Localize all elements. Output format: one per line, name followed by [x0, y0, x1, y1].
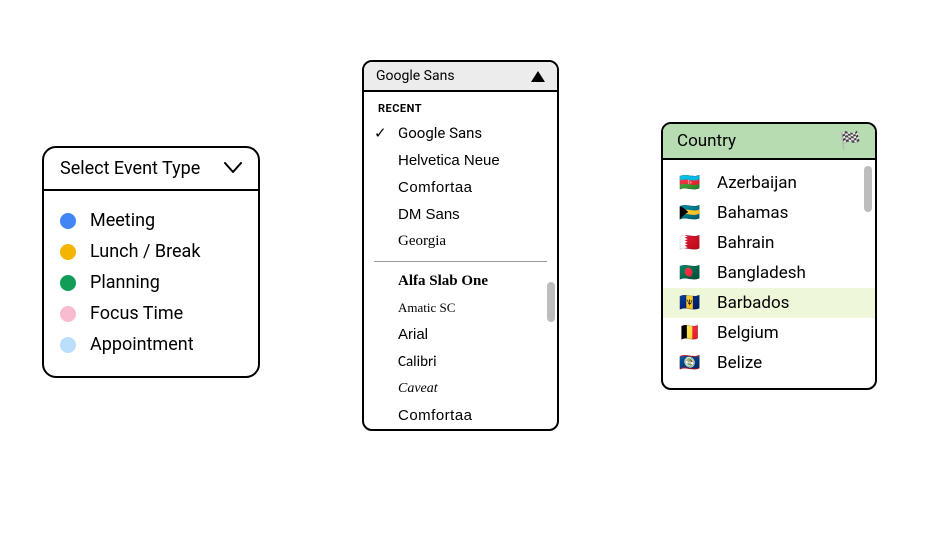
font-dropdown-header[interactable]: Google Sans	[364, 62, 557, 92]
country-header-label: Country	[677, 131, 736, 151]
event-type-option[interactable]: Meeting	[60, 205, 242, 236]
font-option-label: Arial	[398, 326, 428, 343]
event-type-option-label: Appointment	[90, 334, 194, 355]
country-option[interactable]: 🇧🇿 Belize	[663, 348, 875, 378]
font-option-label: Comfortaa	[398, 407, 473, 424]
country-option-label: Bahrain	[717, 233, 774, 253]
flag-icon: 🇧🇩	[679, 265, 701, 282]
checkmark-icon: ✓	[374, 124, 392, 142]
font-option[interactable]: Calibri	[364, 348, 557, 376]
event-type-header[interactable]: Select Event Type	[44, 148, 258, 191]
font-scrollbar-thumb[interactable]	[547, 282, 555, 322]
event-type-option-label: Planning	[90, 272, 160, 293]
font-option-label: Georgia	[398, 233, 446, 250]
country-option[interactable]: 🇦🇿 Azerbaijan	[663, 168, 875, 198]
country-option[interactable]: 🇧🇧 Barbados	[663, 288, 875, 318]
country-option-label: Azerbaijan	[717, 173, 797, 193]
flag-icon: 🇧🇧	[679, 295, 701, 312]
country-option[interactable]: 🇧🇩 Bangladesh	[663, 258, 875, 288]
color-dot-icon	[60, 244, 76, 260]
font-option[interactable]: Arial	[364, 321, 557, 348]
color-dot-icon	[60, 275, 76, 291]
country-option-label: Barbados	[717, 293, 789, 313]
flag-icon: 🇧🇭	[679, 235, 701, 252]
font-option[interactable]: Helvetica Neue	[364, 147, 557, 174]
font-option[interactable]: Caveat	[364, 376, 557, 402]
font-option[interactable]: Georgia	[364, 228, 557, 255]
event-type-option[interactable]: Lunch / Break	[60, 236, 242, 267]
checkered-flag-icon: 🏁	[840, 131, 861, 151]
country-option-label: Bangladesh	[717, 263, 806, 283]
font-option[interactable]: Amatic SC	[364, 295, 557, 321]
font-option[interactable]: ✓ Google Sans	[364, 119, 557, 147]
font-option[interactable]: Alfa Slab One	[364, 268, 557, 295]
event-type-option-label: Meeting	[90, 210, 155, 231]
country-option[interactable]: 🇧🇪 Belgium	[663, 318, 875, 348]
font-option[interactable]: Comfortaa	[364, 174, 557, 201]
country-dropdown: Country 🏁 🇦🇿 Azerbaijan 🇧🇸 Bahamas 🇧🇭 Bahrain…	[661, 122, 877, 390]
event-type-option[interactable]: Appointment	[60, 329, 242, 360]
event-type-option[interactable]: Planning	[60, 267, 242, 298]
chevron-down-icon	[224, 160, 242, 178]
event-type-option-label: Focus Time	[90, 303, 183, 324]
font-selected-label: Google Sans	[376, 68, 455, 84]
font-option-label: Caveat	[398, 381, 438, 397]
color-dot-icon	[60, 306, 76, 322]
flag-icon: 🇧🇪	[679, 325, 701, 342]
font-option-label: Helvetica Neue	[398, 152, 500, 169]
font-option[interactable]: Comfortaa	[364, 402, 557, 429]
event-type-list: Meeting Lunch / Break Planning Focus Time Ap…	[44, 191, 258, 376]
font-option-label: Alfa Slab One	[398, 273, 488, 290]
event-type-option-label: Lunch / Break	[90, 241, 200, 262]
font-dropdown-body: RECENT ✓ Google Sans Helvetica Neue Comfort…	[364, 92, 557, 429]
font-option-label: Comfortaa	[398, 179, 473, 196]
color-dot-icon	[60, 337, 76, 353]
color-dot-icon	[60, 213, 76, 229]
font-dropdown: Google Sans RECENT ✓ Google Sans Helvetica…	[362, 60, 559, 431]
country-option-label: Belgium	[717, 323, 779, 343]
country-scrollbar-thumb[interactable]	[864, 166, 872, 212]
font-option-label: DM Sans	[398, 206, 460, 223]
country-option-label: Belize	[717, 353, 762, 373]
font-option-label: Calibri	[398, 353, 437, 371]
event-type-dropdown: Select Event Type Meeting Lunch / Break Pl…	[42, 146, 260, 378]
flag-icon: 🇧🇿	[679, 355, 701, 372]
country-option-label: Bahamas	[717, 203, 788, 223]
font-section-recent-label: RECENT	[364, 92, 557, 119]
country-list: 🇦🇿 Azerbaijan 🇧🇸 Bahamas 🇧🇭 Bahrain 🇧🇩 Banglade…	[663, 160, 875, 388]
country-dropdown-header[interactable]: Country 🏁	[663, 124, 875, 160]
flag-icon: 🇦🇿	[679, 175, 701, 192]
triangle-up-icon	[531, 71, 545, 82]
font-option-label: Google Sans	[398, 124, 482, 142]
font-divider	[374, 261, 547, 262]
country-option[interactable]: 🇧🇭 Bahrain	[663, 228, 875, 258]
event-type-header-label: Select Event Type	[60, 158, 200, 179]
event-type-option[interactable]: Focus Time	[60, 298, 242, 329]
font-option[interactable]: DM Sans	[364, 201, 557, 228]
font-option-label: Amatic SC	[398, 300, 455, 316]
flag-icon: 🇧🇸	[679, 205, 701, 222]
country-option[interactable]: 🇧🇸 Bahamas	[663, 198, 875, 228]
